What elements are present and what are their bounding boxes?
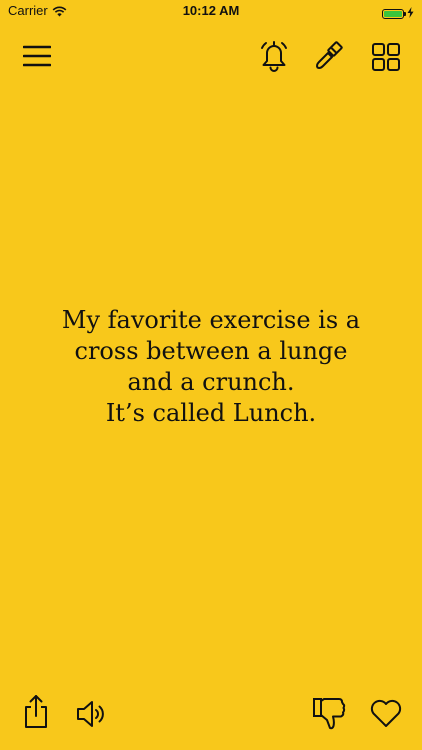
speaker-icon[interactable] bbox=[74, 696, 110, 732]
battery-fill bbox=[384, 11, 402, 17]
joke-text: My favorite exercise is a cross between … bbox=[10, 305, 412, 429]
grid-icon[interactable] bbox=[369, 40, 403, 74]
status-time: 10:12 AM bbox=[182, 3, 240, 18]
thumbs-down-icon[interactable] bbox=[311, 694, 347, 734]
heart-icon[interactable] bbox=[367, 696, 405, 732]
battery-indicator bbox=[382, 5, 414, 23]
paint-brush-icon[interactable] bbox=[311, 38, 347, 74]
joke-line: cross between a lunge bbox=[74, 337, 348, 365]
joke-line: My favorite exercise is a bbox=[61, 306, 361, 334]
battery-cap bbox=[404, 12, 406, 16]
charging-bolt-icon bbox=[407, 5, 414, 23]
battery-icon bbox=[382, 9, 406, 19]
joke-line: It’s called Lunch. bbox=[105, 399, 317, 427]
hamburger-menu-icon[interactable] bbox=[20, 40, 54, 72]
joke-line: and a crunch. bbox=[127, 368, 295, 396]
status-bar: Carrier 10:12 AM bbox=[0, 0, 422, 24]
share-icon[interactable] bbox=[19, 692, 53, 732]
bell-icon[interactable] bbox=[257, 38, 291, 74]
